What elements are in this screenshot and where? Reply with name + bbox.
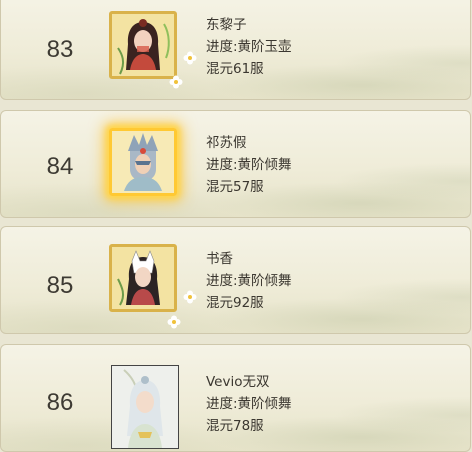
rank-number: 86 bbox=[46, 389, 74, 416]
player-name: Vevio无双 bbox=[206, 374, 270, 390]
player-progress: 进度:黄阶倾舞 bbox=[206, 157, 292, 173]
player-name: 东黎子 bbox=[206, 17, 247, 33]
player-info: 祁苏假 进度:黄阶倾舞 混元57服 bbox=[206, 132, 292, 198]
rank-number: 85 bbox=[46, 272, 74, 299]
player-progress: 进度:黄阶倾舞 bbox=[206, 396, 292, 412]
flower-decoration-icon bbox=[183, 290, 197, 304]
leaderboard-row[interactable]: 85 书香 进度:黄阶倾舞 混元92服 bbox=[0, 226, 471, 334]
player-server: 混元78服 bbox=[206, 418, 264, 434]
player-server: 混元57服 bbox=[206, 179, 264, 195]
leaderboard-list: 83 东黎子 进度:黄阶玉壶 混元61服 84 祁苏假 进度:黄阶倾舞 混元57… bbox=[0, 0, 472, 452]
leaderboard-row[interactable]: 83 东黎子 进度:黄阶玉壶 混元61服 bbox=[0, 0, 471, 100]
player-name: 祁苏假 bbox=[206, 135, 247, 151]
player-info: Vevio无双 进度:黄阶倾舞 混元78服 bbox=[206, 371, 292, 437]
leaderboard-row[interactable]: 84 祁苏假 进度:黄阶倾舞 混元57服 bbox=[0, 110, 471, 218]
leaderboard-row[interactable]: 86 Vevio无双 进度:黄阶倾舞 混元78服 bbox=[0, 344, 471, 452]
flower-decoration-icon bbox=[167, 315, 181, 329]
flower-decoration-icon bbox=[169, 75, 183, 89]
white-hair-cultivator-portrait-icon[interactable] bbox=[111, 365, 179, 449]
player-progress: 进度:黄阶玉壶 bbox=[206, 39, 292, 55]
player-name: 书香 bbox=[206, 251, 233, 267]
player-info: 书香 进度:黄阶倾舞 混元92服 bbox=[206, 248, 292, 314]
flower-decoration-icon bbox=[183, 51, 197, 65]
player-progress: 进度:黄阶倾舞 bbox=[206, 273, 292, 289]
masked-cultivator-portrait-icon[interactable] bbox=[109, 128, 177, 196]
fox-mask-cultivator-portrait-icon[interactable] bbox=[109, 244, 177, 312]
rank-number: 84 bbox=[46, 153, 74, 180]
female-cultivator-portrait-icon[interactable] bbox=[109, 11, 177, 79]
player-server: 混元92服 bbox=[206, 295, 264, 311]
player-server: 混元61服 bbox=[206, 61, 264, 77]
rank-number: 83 bbox=[46, 36, 74, 63]
player-info: 东黎子 进度:黄阶玉壶 混元61服 bbox=[206, 14, 292, 80]
